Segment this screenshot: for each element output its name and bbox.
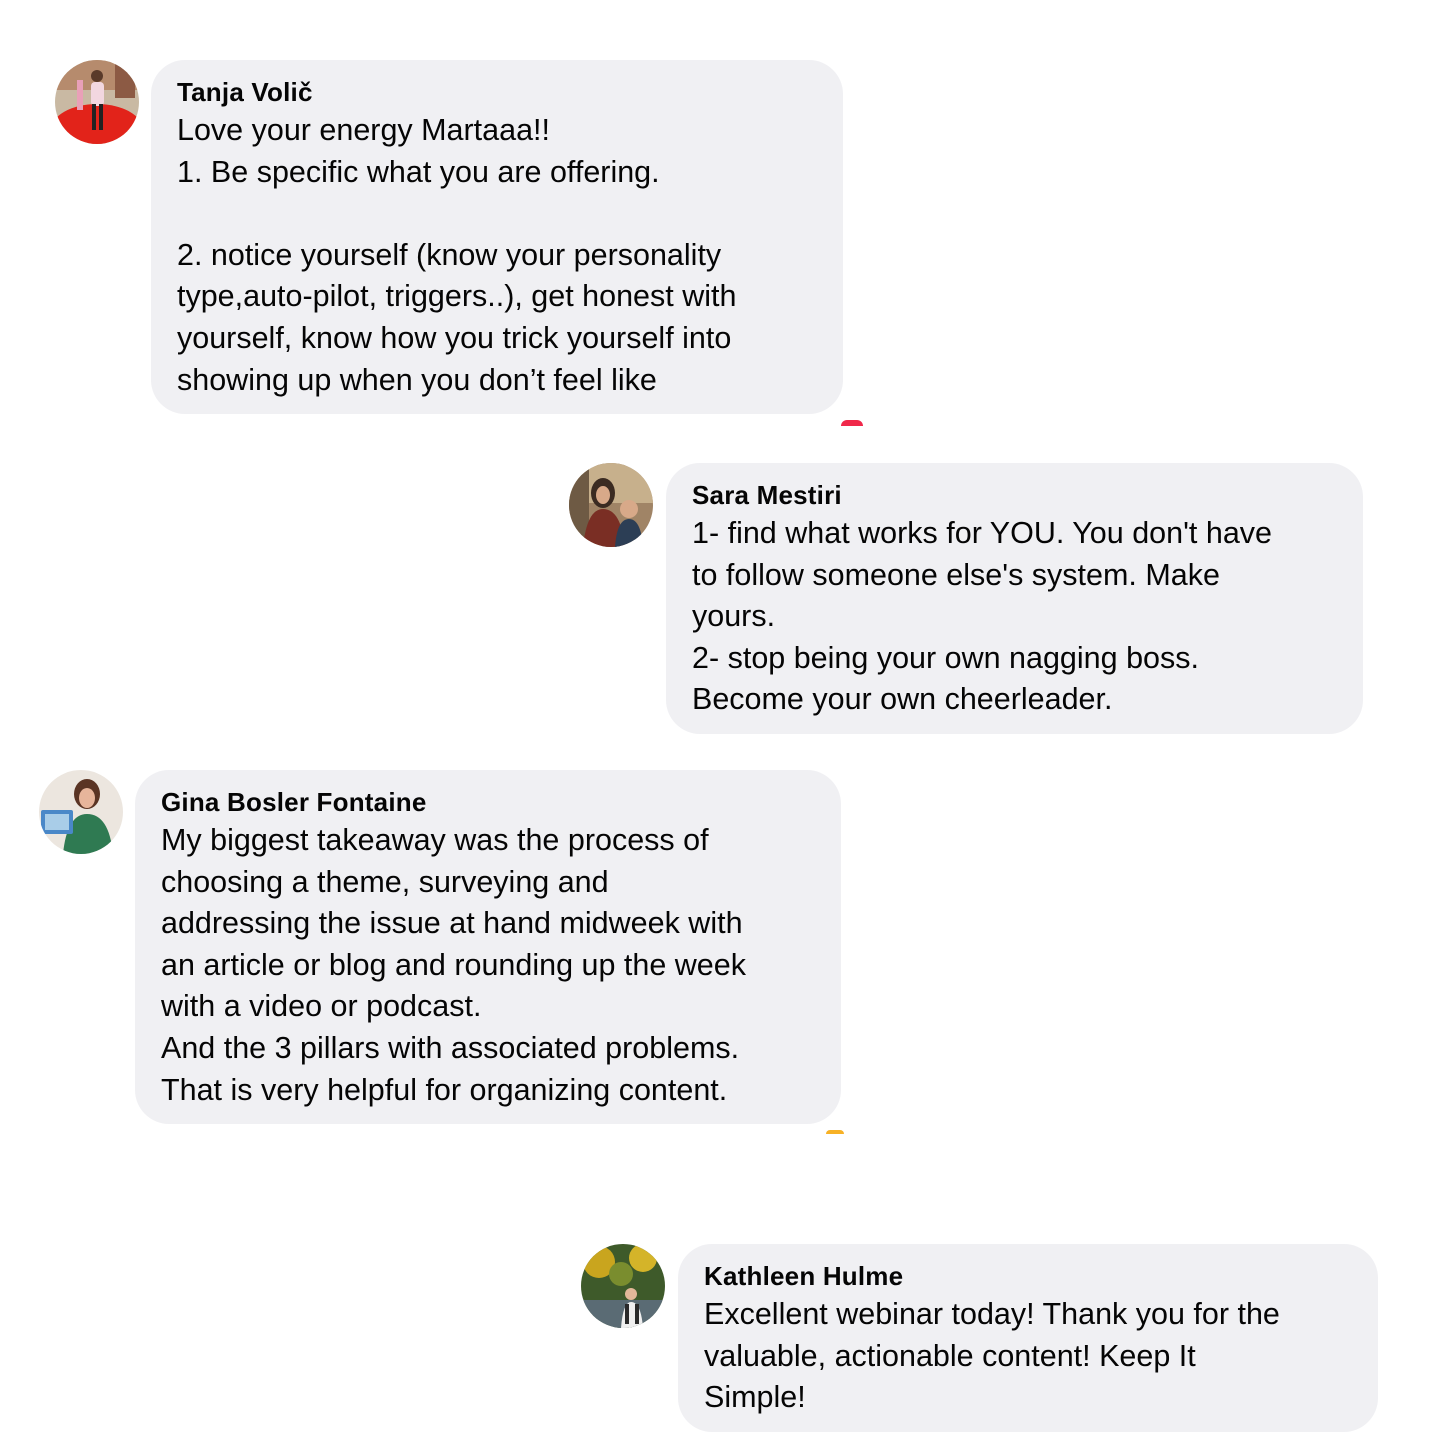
comment-line: type,auto-pilot, triggers..), get honest… <box>177 279 737 314</box>
comment-author[interactable]: Sara Mestiri <box>692 477 1337 513</box>
comment-line: with a video or podcast. <box>161 989 482 1024</box>
comment-author[interactable]: Kathleen Hulme <box>704 1258 1352 1294</box>
comment-author[interactable]: Gina Bosler Fontaine <box>161 784 815 820</box>
comment-line: 1. Be specific what you are offering. <box>177 154 660 189</box>
comment-line: yours. <box>692 599 776 634</box>
comment-line <box>177 193 817 235</box>
avatar-tanja-icon[interactable] <box>55 60 139 144</box>
comment-line: showing up when you don’t feel like <box>177 362 657 397</box>
comment-line: addressing the issue at hand midweek wit… <box>161 906 743 941</box>
comment-line: And the 3 pillars with associated proble… <box>161 1030 740 1065</box>
comment-bubble: Gina Bosler Fontaine My biggest takeaway… <box>135 770 841 1124</box>
comment-line: Excellent webinar today! Thank you for t… <box>704 1297 1280 1331</box>
comment-line: choosing a theme, surveying and <box>161 864 609 899</box>
reaction-icon[interactable] <box>841 420 863 426</box>
comment-line: yourself, know how you trick yourself in… <box>177 320 732 355</box>
comment-line: 2. notice yourself (know your personalit… <box>177 237 722 272</box>
comment-bubble: Sara Mestiri 1- find what works for YOU.… <box>666 463 1363 734</box>
comment-line: valuable, actionable content! Keep It <box>704 1338 1196 1373</box>
comment-line: to follow someone else's system. Make <box>692 557 1220 592</box>
avatar-kathleen-icon[interactable] <box>581 1244 665 1328</box>
comment-line: My biggest takeaway was the process of <box>161 823 709 857</box>
comment-author[interactable]: Tanja Volič <box>177 74 817 110</box>
comment-line: 1- find what works for YOU. You don't ha… <box>692 516 1273 550</box>
comment-bubble: Kathleen Hulme Excellent webinar today! … <box>678 1244 1378 1432</box>
comment-bubble: Tanja Volič Love your energy Martaaa!! 1… <box>151 60 843 414</box>
comment-line: an article or blog and rounding up the w… <box>161 947 746 982</box>
reaction-icon[interactable] <box>826 1130 844 1134</box>
comment-line: Simple! <box>704 1380 806 1415</box>
avatar-gina-icon[interactable] <box>39 770 123 854</box>
comment-line: 2- stop being your own nagging boss. <box>692 640 1199 675</box>
comment-line: That is very helpful for organizing cont… <box>161 1072 728 1107</box>
comment-line: Become your own cheerleader. <box>692 682 1113 717</box>
comment-line: Love your energy Martaaa!! <box>177 113 550 147</box>
avatar-sara-icon[interactable] <box>569 463 653 547</box>
